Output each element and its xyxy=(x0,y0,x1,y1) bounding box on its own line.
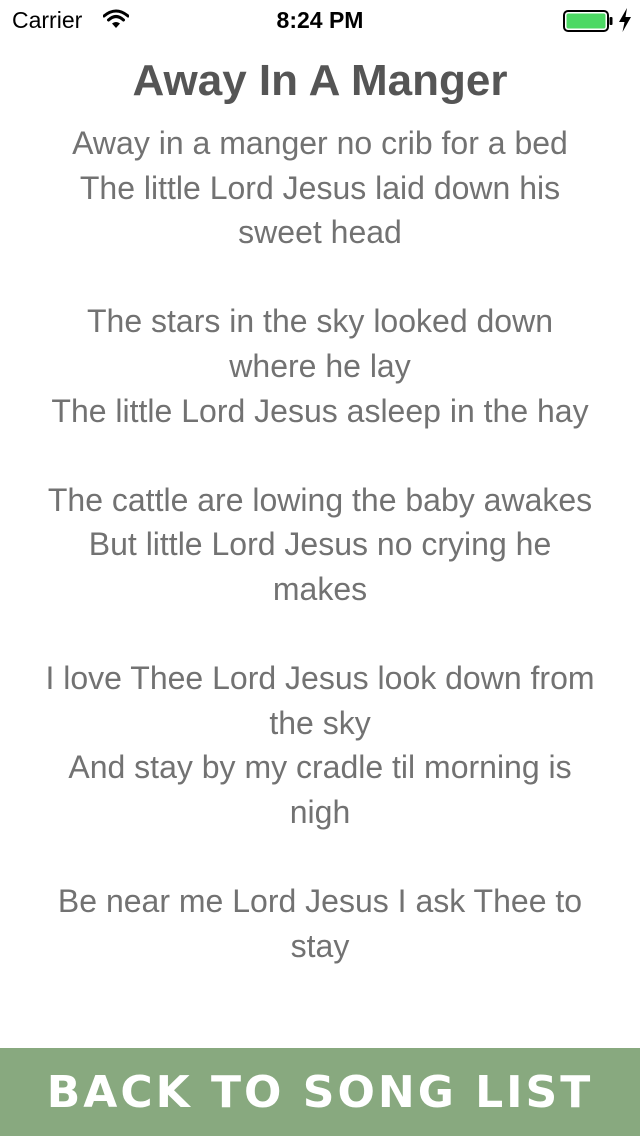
back-to-song-list-button[interactable]: BACK TO SONG LIST xyxy=(0,1048,640,1136)
status-bar: Carrier 8:24 PM xyxy=(0,0,640,40)
lyrics-scroll-view[interactable]: Away in a manger no crib for a bed The l… xyxy=(40,121,600,1048)
clock-time: 8:24 PM xyxy=(276,7,364,33)
song-title: Away In A Manger xyxy=(132,56,508,105)
charging-bolt-icon xyxy=(619,8,631,32)
battery-full-icon xyxy=(563,10,613,32)
song-lyrics: Away in a manger no crib for a bed The l… xyxy=(45,125,595,964)
